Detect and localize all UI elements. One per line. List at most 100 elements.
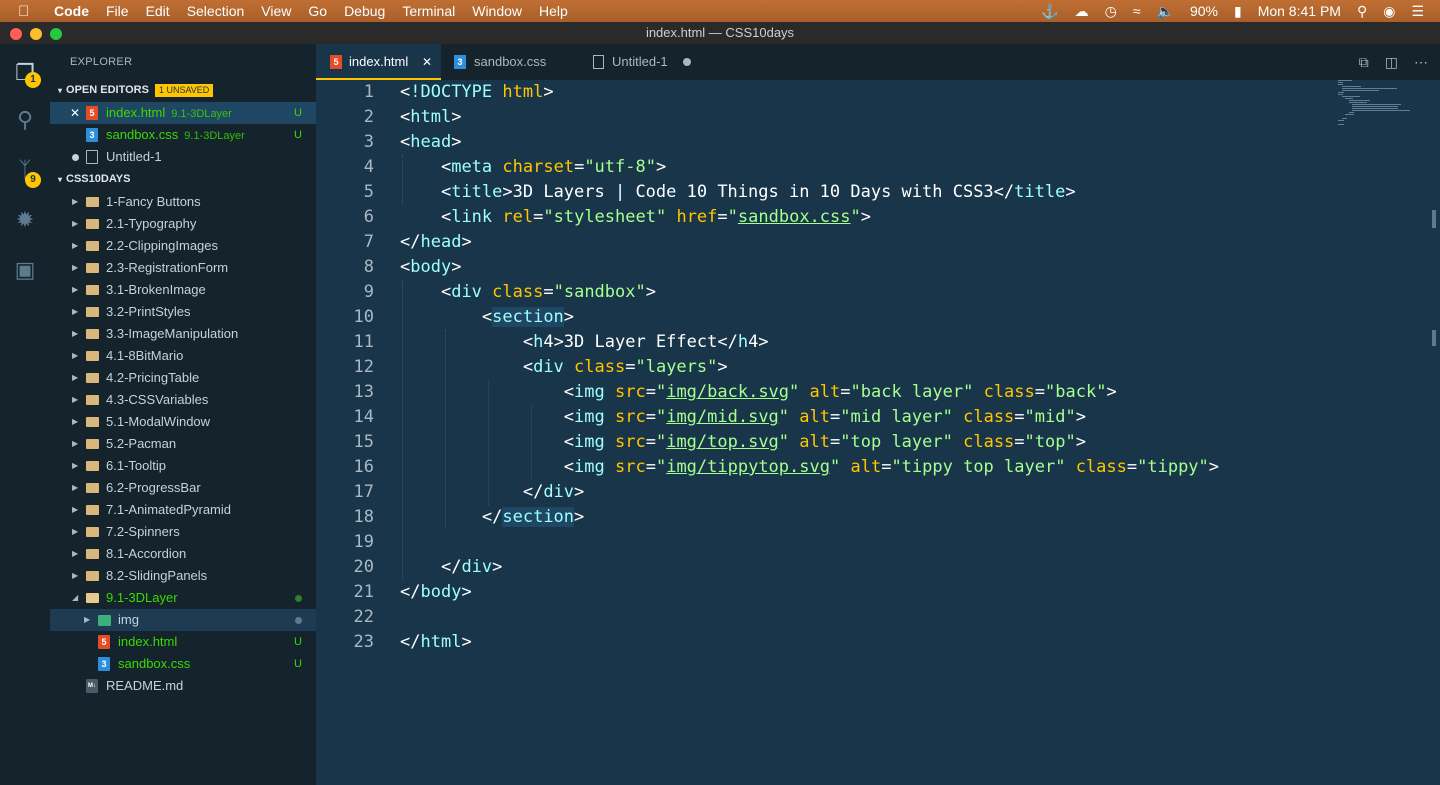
code-line[interactable]: <img src="img/top.svg" alt="top layer" c… bbox=[400, 430, 1086, 455]
folder-item[interactable]: ▶ 8.2-SlidingPanels bbox=[50, 565, 316, 587]
scrollbar-marker bbox=[1432, 210, 1436, 228]
battery-icon[interactable]: ▮ bbox=[1234, 3, 1242, 20]
code-line[interactable]: <section> bbox=[400, 305, 574, 330]
folder-icon bbox=[86, 395, 99, 405]
activity-bar: ❐ 1 ⚲ ᛉ 9 ✹ ▣ bbox=[0, 44, 50, 785]
folder-item[interactable]: ▶ 8.1-Accordion bbox=[50, 543, 316, 565]
folder-item[interactable]: ▶ 3.3-ImageManipulation bbox=[50, 323, 316, 345]
editor-actions: ⧉ ◫ ⋯ bbox=[1359, 54, 1428, 71]
folder-item[interactable]: ▶ 6.1-Tooltip bbox=[50, 455, 316, 477]
folder-item[interactable]: ▶ 3.1-BrokenImage bbox=[50, 279, 316, 301]
code-line[interactable]: </div> bbox=[400, 480, 584, 505]
editor-tab-bar: 5 index.html ✕ 3 sandbox.css Untitled-1 … bbox=[316, 44, 1440, 80]
zoom-window-button[interactable] bbox=[50, 28, 62, 40]
file-item[interactable]: M↓ README.md bbox=[50, 675, 316, 697]
open-editor-item[interactable]: Untitled-1 bbox=[50, 146, 316, 168]
code-line[interactable]: <!DOCTYPE html> bbox=[400, 80, 554, 105]
search-icon[interactable]: ⚲ bbox=[10, 105, 40, 135]
code-line[interactable]: </html> bbox=[400, 630, 472, 655]
close-window-button[interactable] bbox=[10, 28, 22, 40]
minimap[interactable] bbox=[1338, 80, 1418, 130]
spotlight-icon[interactable]: ⚲ bbox=[1357, 3, 1367, 20]
menu-help[interactable]: Help bbox=[539, 3, 568, 19]
code-line[interactable]: <h4>3D Layer Effect</h4> bbox=[400, 330, 769, 355]
folder-item[interactable]: ▶ 4.1-8BitMario bbox=[50, 345, 316, 367]
folder-item[interactable]: ▶ 5.2-Pacman bbox=[50, 433, 316, 455]
tab-label: index.html bbox=[349, 54, 409, 69]
folder-item[interactable]: ▶ 7.1-AnimatedPyramid bbox=[50, 499, 316, 521]
minimap-line bbox=[1338, 82, 1344, 83]
tab-label: sandbox.css bbox=[474, 54, 547, 69]
minimize-window-button[interactable] bbox=[30, 28, 42, 40]
code-line[interactable]: </body> bbox=[400, 580, 472, 605]
menu-window[interactable]: Window bbox=[472, 3, 522, 19]
folder-item[interactable]: ▶ 5.1-ModalWindow bbox=[50, 411, 316, 433]
extensions-icon[interactable]: ▣ bbox=[10, 255, 40, 285]
docker-icon[interactable]: ⚓ bbox=[1041, 3, 1058, 20]
menu-edit[interactable]: Edit bbox=[146, 3, 170, 19]
code-line[interactable]: <img src="img/mid.svg" alt="mid layer" c… bbox=[400, 405, 1086, 430]
code-line[interactable]: <link rel="stylesheet" href="sandbox.css… bbox=[400, 205, 871, 230]
code-line[interactable]: <img src="img/tippytop.svg" alt="tippy t… bbox=[400, 455, 1219, 480]
code-line[interactable]: <meta charset="utf-8"> bbox=[400, 155, 666, 180]
code-line[interactable]: <body> bbox=[400, 255, 461, 280]
close-icon[interactable]: ✕ bbox=[70, 102, 80, 124]
code-line[interactable]: <img src="img/back.svg" alt="back layer"… bbox=[400, 380, 1117, 405]
menu-terminal[interactable]: Terminal bbox=[402, 3, 455, 19]
code-line[interactable]: <head> bbox=[400, 130, 461, 155]
menu-selection[interactable]: Selection bbox=[187, 3, 245, 19]
folder-item[interactable]: ▶ 6.2-ProgressBar bbox=[50, 477, 316, 499]
chevron-right-icon: ▶ bbox=[72, 527, 79, 536]
wifi-icon[interactable]: ≈ bbox=[1133, 3, 1141, 19]
folder-item[interactable]: ▶ img bbox=[50, 609, 316, 631]
folder-item[interactable]: ▶ 4.2-PricingTable bbox=[50, 367, 316, 389]
apple-icon[interactable]:  bbox=[18, 3, 40, 20]
unsaved-dot-icon[interactable] bbox=[683, 58, 691, 66]
code-line[interactable]: <html> bbox=[400, 105, 461, 130]
split-editor-icon[interactable]: ◫ bbox=[1385, 54, 1398, 71]
open-editors-header[interactable]: ▾ OPEN EDITORS 1 UNSAVED bbox=[50, 79, 316, 101]
tab-untitled[interactable]: Untitled-1 bbox=[579, 44, 704, 80]
volume-icon[interactable]: 🔈 bbox=[1157, 3, 1174, 20]
time-machine-icon[interactable]: ◷ bbox=[1105, 3, 1117, 20]
code-editor[interactable]: 1 2 3 4 5 6 7 8 9 10 11 12 13 14 15 16 17 18 19 20 21 22 23 <!… bbox=[316, 80, 1440, 785]
code-line[interactable]: </head> bbox=[400, 230, 472, 255]
debug-icon[interactable]: ✹ bbox=[10, 205, 40, 235]
clock[interactable]: Mon 8:41 PM bbox=[1258, 3, 1341, 19]
chevron-right-icon: ▶ bbox=[72, 505, 79, 514]
menu-debug[interactable]: Debug bbox=[344, 3, 385, 19]
siri-icon[interactable]: ◉ bbox=[1383, 3, 1395, 20]
menu-app[interactable]: Code bbox=[54, 3, 89, 19]
more-actions-icon[interactable]: ⋯ bbox=[1414, 54, 1428, 71]
folder-item[interactable]: ▶ 3.2-PrintStyles bbox=[50, 301, 316, 323]
menu-file[interactable]: File bbox=[106, 3, 129, 19]
code-line[interactable]: </div> bbox=[400, 555, 502, 580]
tab-index-html[interactable]: 5 index.html ✕ bbox=[316, 44, 441, 80]
creative-cloud-icon[interactable]: ☁ bbox=[1075, 3, 1089, 20]
folder-item[interactable]: ▶ 7.2-Spinners bbox=[50, 521, 316, 543]
tab-sandbox-css[interactable]: 3 sandbox.css bbox=[442, 44, 578, 80]
menu-go[interactable]: Go bbox=[308, 3, 327, 19]
scrollbar-thumb[interactable] bbox=[1432, 330, 1436, 346]
folder-item[interactable]: ▶ 2.2-ClippingImages bbox=[50, 235, 316, 257]
open-editor-item[interactable]: 3 sandbox.css 9.1-3DLayer U bbox=[50, 124, 316, 146]
file-item[interactable]: 5 index.html U bbox=[50, 631, 316, 653]
folder-item[interactable]: ▶ 2.3-RegistrationForm bbox=[50, 257, 316, 279]
code-line[interactable]: </section> bbox=[400, 505, 584, 530]
file-item[interactable]: 3 sandbox.css U bbox=[50, 653, 316, 675]
battery-percentage[interactable]: 90% bbox=[1190, 3, 1218, 19]
source-control-badge: 9 bbox=[25, 172, 41, 188]
folder-item[interactable]: ▶ 2.1-Typography bbox=[50, 213, 316, 235]
open-editor-item[interactable]: ✕ 5 index.html 9.1-3DLayer U bbox=[50, 102, 316, 124]
folder-item-open[interactable]: ◢ 9.1-3DLayer bbox=[50, 587, 316, 609]
close-icon[interactable]: ✕ bbox=[422, 44, 432, 80]
code-line[interactable]: <title>3D Layers | Code 10 Things in 10 … bbox=[400, 180, 1076, 205]
folder-item[interactable]: ▶ 4.3-CSSVariables bbox=[50, 389, 316, 411]
open-changes-icon[interactable]: ⧉ bbox=[1359, 54, 1369, 71]
menu-view[interactable]: View bbox=[261, 3, 291, 19]
notification-center-icon[interactable]: ☰ bbox=[1411, 3, 1424, 20]
code-line[interactable]: <div class="layers"> bbox=[400, 355, 728, 380]
project-header[interactable]: ▾ CSS10DAYS bbox=[50, 168, 316, 190]
folder-item[interactable]: ▶ 1-Fancy Buttons bbox=[50, 191, 316, 213]
code-line[interactable]: <div class="sandbox"> bbox=[400, 280, 656, 305]
